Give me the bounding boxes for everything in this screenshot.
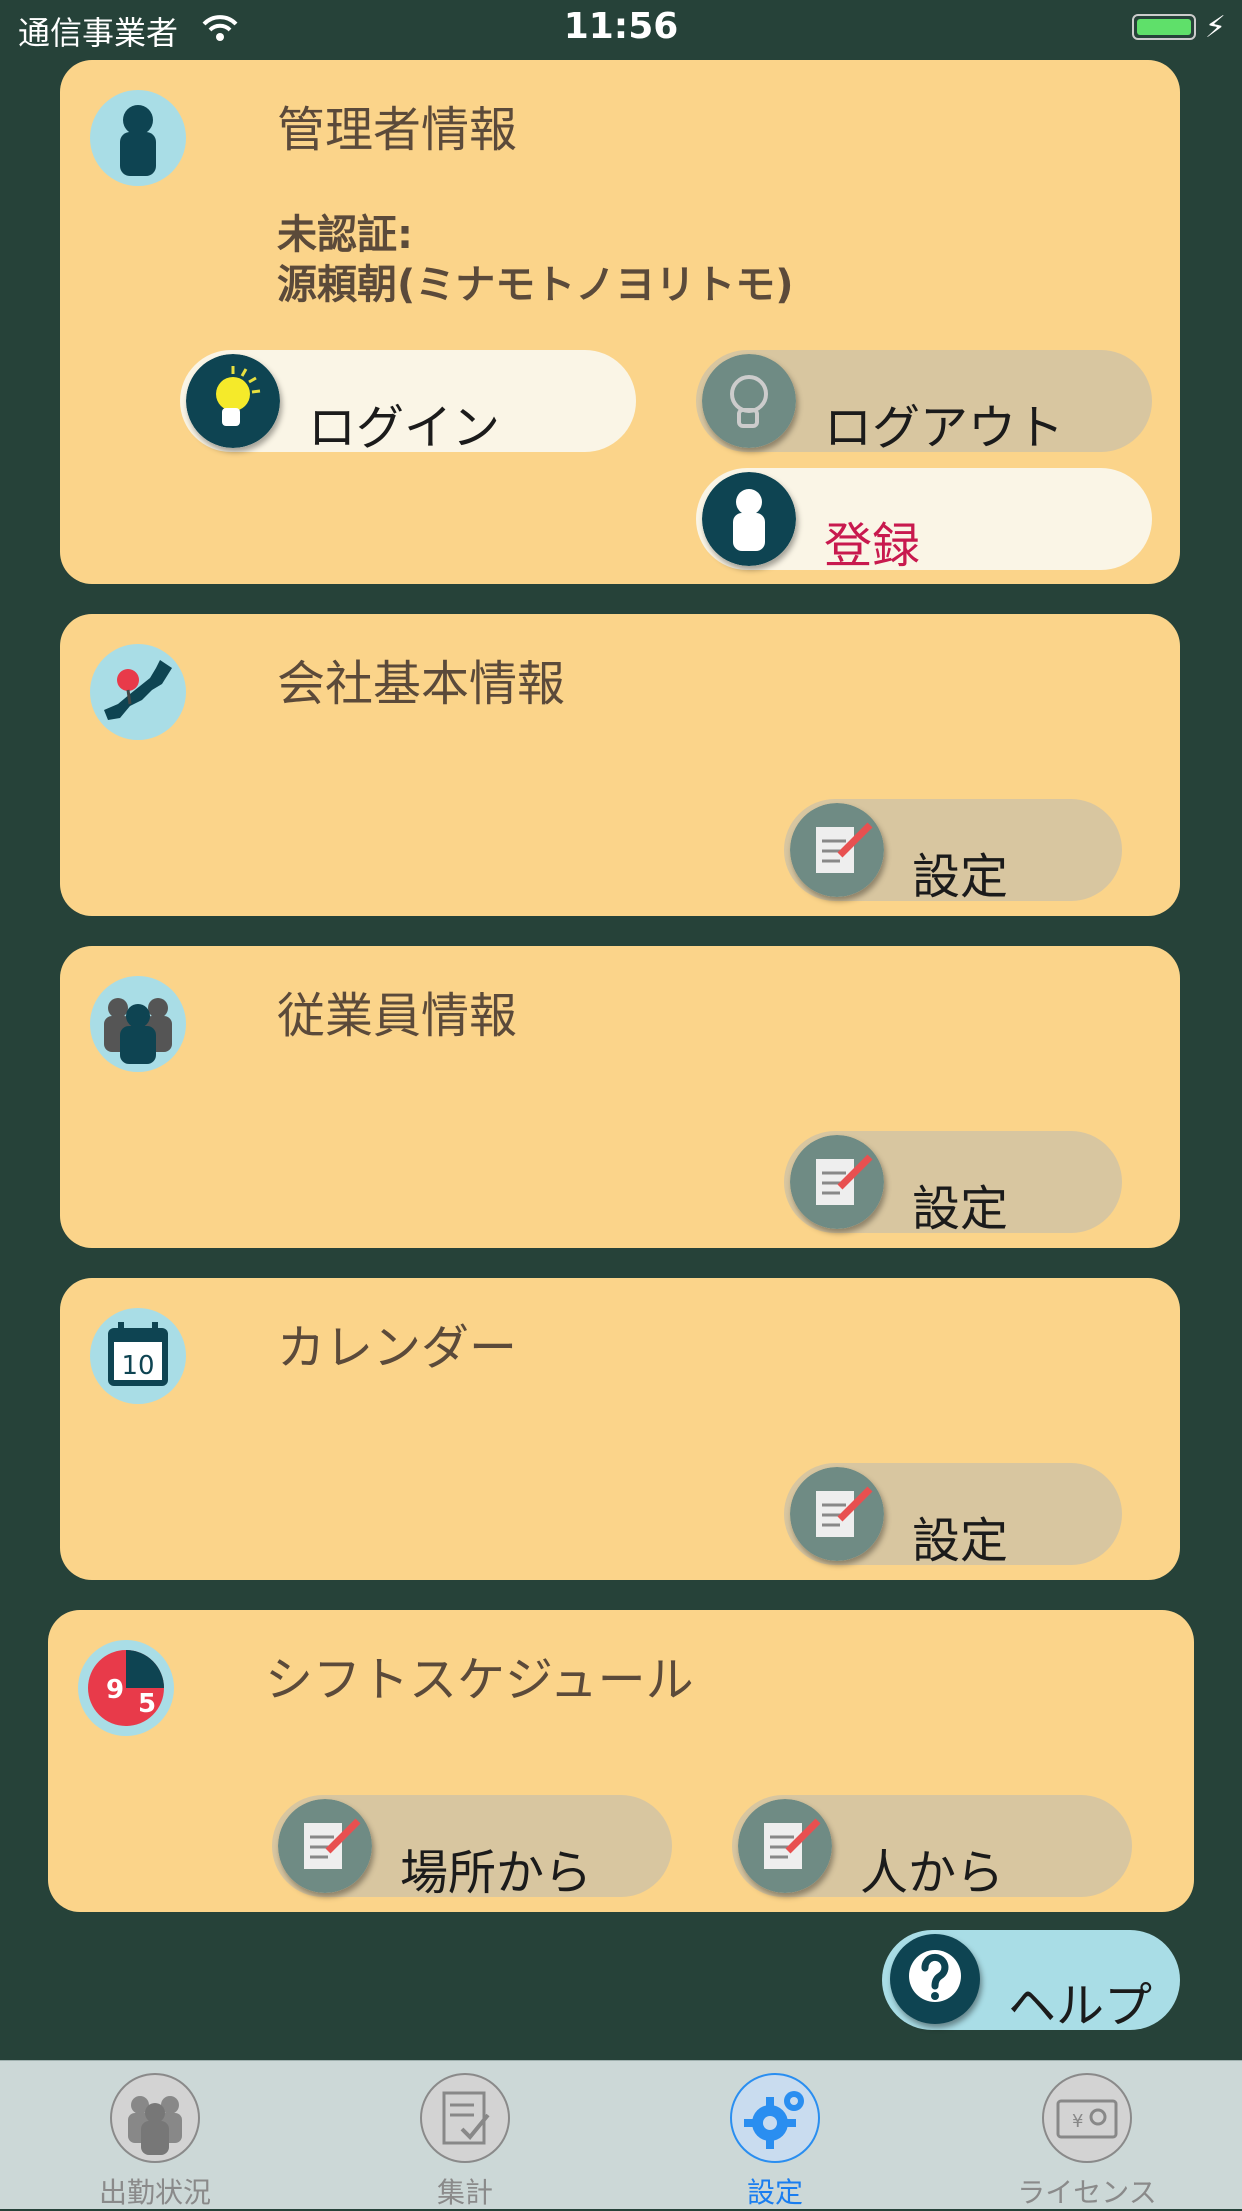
tab-bar: 出勤状況 集計 設定 ¥ ライセンス [0, 2060, 1242, 2209]
shift-start-number: 9 [106, 1675, 124, 1705]
admin-info-card: 管理者情報 未認証: 源頼朝(ミナモトノヨリトモ) ログイン ログアウト 登録 [60, 60, 1180, 584]
people-group-icon [90, 976, 186, 1072]
checklist-icon [420, 2073, 510, 2163]
calendar-day-number: 10 [121, 1351, 154, 1381]
gear-icon [730, 2073, 820, 2163]
question-mark-icon [890, 1934, 980, 2024]
login-button[interactable]: ログイン [180, 350, 636, 456]
status-bar: 通信事業者 11:56 ⚡ [0, 0, 1242, 60]
admin-person-icon [90, 90, 186, 186]
shift-by-location-label: 場所から [400, 1845, 593, 1901]
calendar-settings-button[interactable]: 設定 [784, 1463, 1122, 1569]
register-label: 登録 [824, 518, 921, 574]
employee-settings-button[interactable]: 設定 [784, 1131, 1122, 1237]
calendar-settings-label: 設定 [912, 1513, 1009, 1569]
shift-end-number: 5 [138, 1689, 156, 1719]
calendar-card: 10 カレンダー 設定 [60, 1278, 1180, 1580]
edit-document-icon [278, 1799, 372, 1893]
tab-attendance-label: 出勤状況 [98, 2176, 211, 2209]
help-label: ヘルプ [1008, 1978, 1153, 2034]
lightbulb-off-icon [702, 354, 796, 448]
logout-label: ログアウト [824, 400, 1065, 456]
logout-button[interactable]: ログアウト [696, 350, 1152, 456]
admin-name: 源頼朝(ミナモトノヨリトモ) [277, 262, 794, 308]
admin-info-title: 管理者情報 [277, 102, 518, 158]
charging-icon: ⚡ [1204, 10, 1226, 45]
tab-summary[interactable]: 集計 [310, 2061, 620, 2209]
tab-license[interactable]: ¥ ライセンス [932, 2061, 1242, 2209]
edit-document-icon [790, 1467, 884, 1561]
tab-summary-label: 集計 [436, 2176, 493, 2209]
company-settings-label: 設定 [912, 849, 1009, 905]
shift-by-person-label: 人から [860, 1845, 1005, 1901]
tab-attendance[interactable]: 出勤状況 [0, 2061, 310, 2209]
shift-schedule-card: 9 5 シフトスケジュール 場所から 人から [48, 1610, 1194, 1912]
lightbulb-on-icon [186, 354, 280, 448]
svg-text:¥: ¥ [1072, 2111, 1083, 2132]
tab-license-label: ライセンス [1017, 2176, 1157, 2209]
shift-clock-icon: 9 5 [78, 1640, 174, 1736]
edit-document-icon [790, 1135, 884, 1229]
employee-info-title: 従業員情報 [277, 988, 518, 1044]
calendar-icon: 10 [90, 1308, 186, 1404]
japan-map-icon [90, 644, 186, 740]
edit-document-icon [790, 803, 884, 897]
help-button[interactable]: ヘルプ [882, 1930, 1180, 2034]
tab-settings[interactable]: 設定 [620, 2061, 930, 2209]
company-info-card: 会社基本情報 設定 [60, 614, 1180, 916]
register-button[interactable]: 登録 [696, 468, 1152, 574]
employee-info-card: 従業員情報 設定 [60, 946, 1180, 1248]
company-info-title: 会社基本情報 [277, 656, 566, 712]
shift-by-location-button[interactable]: 場所から [272, 1795, 672, 1901]
status-time: 11:56 [563, 6, 679, 47]
employee-settings-label: 設定 [912, 1181, 1009, 1237]
battery-icon [1132, 14, 1196, 40]
people-icon [110, 2073, 200, 2163]
license-icon: ¥ [1042, 2073, 1132, 2163]
shift-by-person-button[interactable]: 人から [732, 1795, 1132, 1901]
shift-schedule-title: シフトスケジュール [265, 1652, 694, 1708]
tab-settings-label: 設定 [746, 2176, 803, 2209]
company-settings-button[interactable]: 設定 [784, 799, 1122, 905]
edit-document-icon [738, 1799, 832, 1893]
login-label: ログイン [308, 400, 501, 456]
calendar-title: カレンダー [277, 1320, 518, 1376]
person-icon [702, 472, 796, 566]
